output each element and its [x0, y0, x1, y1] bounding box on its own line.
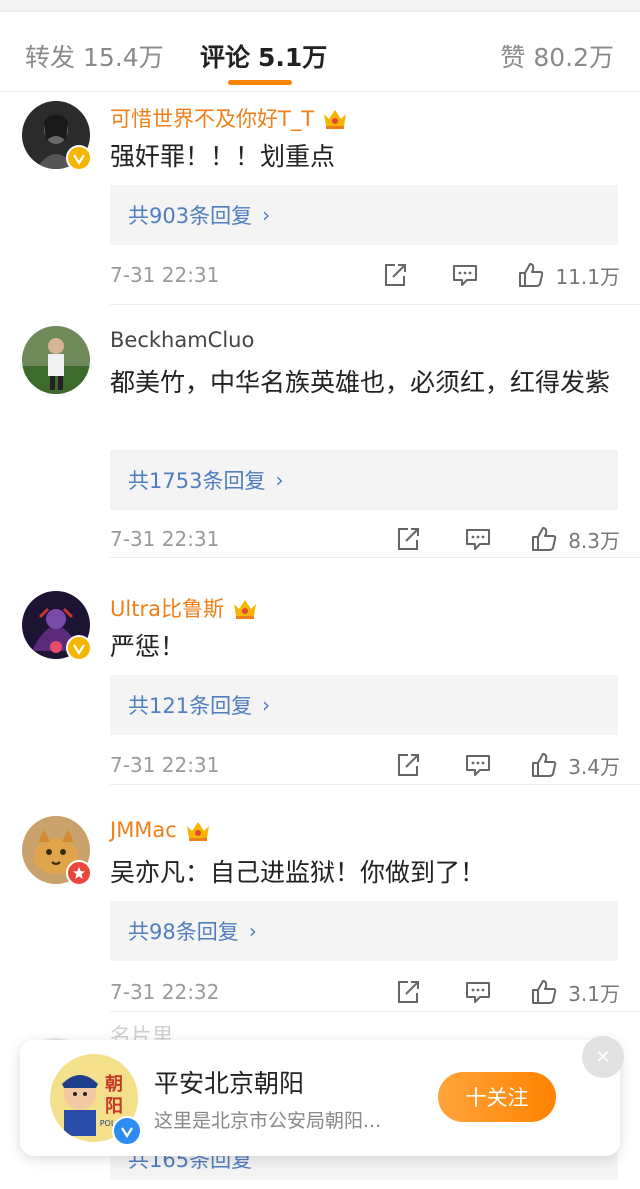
- tab-like[interactable]: 赞 80.2万: [500, 38, 614, 74]
- verified-badge-icon: [66, 145, 92, 171]
- avatar-char-1: 朝: [105, 1073, 123, 1095]
- comment-icon[interactable]: [464, 751, 492, 779]
- tab-like-count: 80.2万: [533, 43, 614, 72]
- like-count: 11.1万: [555, 264, 620, 289]
- comment-divider: [110, 1011, 640, 1012]
- avatar-char-2: 阳: [105, 1096, 123, 1117]
- like-button[interactable]: 3.1万: [530, 978, 620, 1007]
- like-button[interactable]: 3.4万: [530, 751, 620, 780]
- comment-username[interactable]: Ultra比鲁斯: [110, 593, 258, 623]
- replies-count-label: 共903条回复: [128, 204, 253, 228]
- comment-meta: 7-31 22:31 11.1万: [110, 260, 620, 290]
- avatar[interactable]: [22, 326, 90, 394]
- comment-username[interactable]: JMMac: [110, 818, 211, 842]
- comment-item: JMMac 吴亦凡：自己进监狱！你做到了！ 共98条回复 › 7-31 22:3…: [0, 786, 640, 1012]
- chevron-right-icon: ›: [248, 919, 257, 943]
- comment-username[interactable]: 可惜世界不及你好T_T: [110, 103, 348, 133]
- avatar[interactable]: [22, 101, 92, 171]
- comment-time: 7-31 22:31: [110, 753, 220, 777]
- view-replies-button[interactable]: 共121条回复 ›: [110, 675, 618, 735]
- avatar[interactable]: [22, 816, 92, 886]
- comment-divider: [110, 304, 640, 305]
- comment-item: 可惜世界不及你好T_T 强奸罪！！！划重点 共903条回复 › 7-31 22:…: [0, 93, 640, 305]
- comment-actions: 3.4万: [394, 750, 620, 780]
- tab-like-label: 赞: [500, 43, 526, 72]
- avatar[interactable]: [22, 591, 92, 661]
- comment-icon[interactable]: [451, 261, 479, 289]
- verified-badge-icon: [66, 860, 92, 886]
- vip-crown-icon: [233, 600, 256, 619]
- account-description: 这里是北京市公安局朝阳...: [154, 1110, 382, 1132]
- account-avatar[interactable]: 朝 阳 POLICE: [50, 1054, 142, 1146]
- thumbs-up-icon: [532, 980, 557, 1004]
- like-count: 3.4万: [568, 754, 620, 779]
- comment-meta: 7-31 22:31 8.3万: [110, 524, 620, 554]
- comment-text: 都美竹，中华名族英雄也，必须红，红得发紫: [110, 368, 611, 397]
- comment-time: 7-31 22:31: [110, 263, 220, 287]
- comment-icon[interactable]: [464, 978, 492, 1006]
- active-tab-indicator: [228, 80, 292, 85]
- forward-icon[interactable]: [394, 525, 422, 553]
- comment-time: 7-31 22:31: [110, 527, 220, 551]
- comment-item: Ultra比鲁斯 严惩！ 共121条回复 › 7-31 22:31 3.4万: [0, 559, 640, 785]
- tab-bar: 转发 15.4万 评论 5.1万 赞 80.2万: [0, 12, 640, 92]
- tab-comment-count: 5.1万: [258, 43, 328, 72]
- chevron-right-icon: ›: [275, 468, 284, 492]
- comment-actions: 8.3万: [394, 524, 620, 554]
- like-count: 3.1万: [568, 981, 620, 1006]
- tab-repost[interactable]: 转发 15.4万: [25, 38, 164, 74]
- thumbs-up-icon: [519, 263, 544, 287]
- verified-badge-icon: [66, 635, 92, 661]
- comment-item: BeckhamCluo 都美竹，中华名族英雄也，必须红，红得发紫 共1753条回…: [0, 306, 640, 558]
- view-replies-button[interactable]: 共1753条回复 ›: [110, 450, 618, 510]
- view-replies-button[interactable]: 共98条回复 ›: [110, 901, 618, 961]
- verified-badge-icon: [112, 1116, 142, 1146]
- replies-count-label: 共1753条回复: [128, 469, 266, 493]
- follow-button[interactable]: 十关注: [438, 1072, 556, 1122]
- forward-icon[interactable]: [394, 751, 422, 779]
- vip-crown-icon: [324, 110, 347, 129]
- view-replies-button[interactable]: 共903条回复 ›: [110, 185, 618, 245]
- follow-suggestion-card: ✕ 朝 阳 POLICE 平安北京朝阳 这里是北京市公安局朝阳... 十关注: [20, 1036, 624, 1156]
- tab-repost-label: 转发: [25, 43, 76, 72]
- status-strip: [0, 0, 640, 12]
- close-icon[interactable]: ✕: [582, 1036, 624, 1078]
- replies-count-label: 共98条回复: [128, 920, 239, 944]
- vip-crown-icon: [186, 822, 209, 841]
- thumbs-up-icon: [532, 753, 557, 777]
- comment-username[interactable]: BeckhamCluo: [110, 328, 254, 352]
- comment-actions: 3.1万: [394, 977, 620, 1007]
- avatar-image: [22, 326, 90, 394]
- like-button[interactable]: 11.1万: [517, 261, 620, 290]
- comment-text: 强奸罪！！！划重点: [110, 142, 336, 171]
- comment-actions: 11.1万: [381, 260, 620, 290]
- comment-meta: 7-31 22:32 3.1万: [110, 977, 620, 1007]
- comment-divider: [110, 557, 640, 558]
- like-button[interactable]: 8.3万: [530, 525, 620, 554]
- replies-count-label: 共121条回复: [128, 694, 253, 718]
- account-name[interactable]: 平安北京朝阳: [154, 1064, 304, 1100]
- forward-icon[interactable]: [394, 978, 422, 1006]
- comment-divider: [110, 784, 640, 785]
- tab-comment-label: 评论: [200, 43, 251, 72]
- chevron-right-icon: ›: [262, 203, 271, 227]
- chevron-right-icon: ›: [262, 693, 271, 717]
- comment-icon[interactable]: [464, 525, 492, 553]
- comment-time: 7-31 22:32: [110, 980, 220, 1004]
- forward-icon[interactable]: [381, 261, 409, 289]
- tab-repost-count: 15.4万: [83, 43, 164, 72]
- comment-text: 吴亦凡：自己进监狱！你做到了！: [110, 858, 486, 887]
- comment-meta: 7-31 22:31 3.4万: [110, 750, 620, 780]
- comment-text: 严惩！: [110, 632, 186, 661]
- like-count: 8.3万: [568, 528, 620, 553]
- thumbs-up-icon: [532, 527, 557, 551]
